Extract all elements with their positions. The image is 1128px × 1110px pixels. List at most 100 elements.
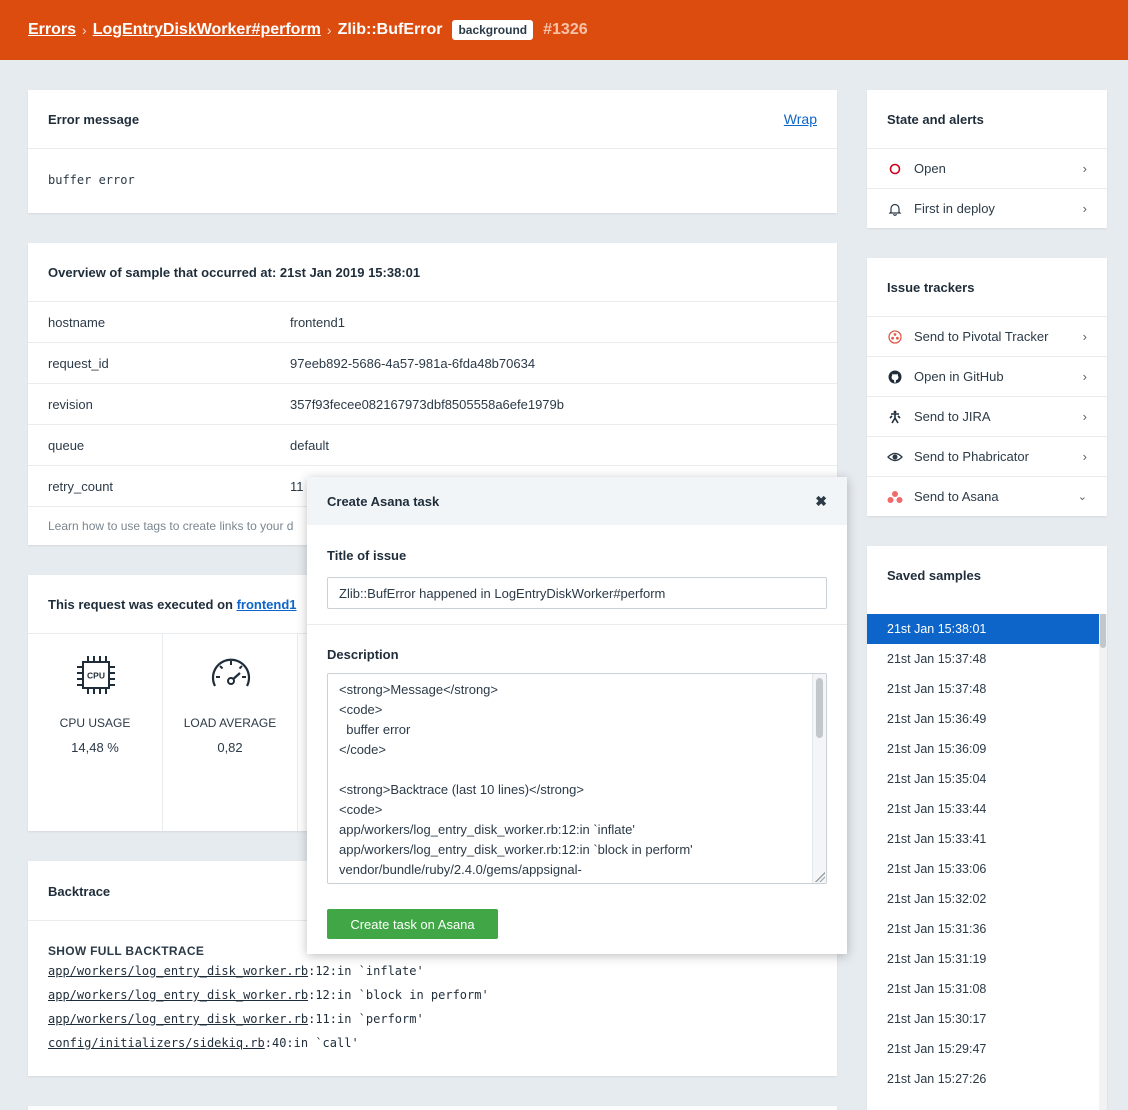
- description-textarea[interactable]: <strong>Message</strong> <code> buffer e…: [327, 673, 827, 884]
- first-in-deploy-item[interactable]: First in deploy ›: [867, 188, 1107, 228]
- samples-list: 21st Jan 15:38:01 21st Jan 15:37:48 21st…: [867, 614, 1107, 1110]
- saved-samples-card: Saved samples 21st Jan 15:38:01 21st Jan…: [867, 546, 1107, 1110]
- jira-icon: [887, 409, 903, 425]
- send-to-asana-item[interactable]: Send to Asana ⌄: [867, 476, 1107, 516]
- chevron-right-icon: ›: [1082, 329, 1087, 344]
- card-title: Overview of sample that occurred at: 21s…: [48, 265, 421, 280]
- wrap-link[interactable]: Wrap: [784, 111, 817, 127]
- sample-item[interactable]: 21st Jan 15:33:44: [867, 794, 1099, 824]
- tag-row: revision 357f93fecee082167973dbf8505558a…: [28, 383, 837, 424]
- card-title: Issue trackers: [887, 280, 975, 295]
- chevron-right-icon: ›: [1082, 201, 1087, 216]
- chevron-right-icon: ›: [1082, 369, 1087, 384]
- close-icon[interactable]: ✖: [815, 493, 827, 510]
- backtrace-location: :12:in `inflate': [308, 964, 424, 978]
- scrollbar-thumb[interactable]: [1100, 614, 1106, 648]
- open-circle-icon: [887, 161, 903, 177]
- create-asana-task-modal: Create Asana task ✖ Title of issue Descr…: [307, 477, 847, 954]
- tracker-label: Send to Pivotal Tracker: [914, 329, 1049, 344]
- description-text: <strong>Message</strong> <code> buffer e…: [339, 682, 693, 877]
- backtrace-line: app/workers/log_entry_disk_worker.rb:11:…: [48, 1012, 424, 1026]
- backtrace-file-link[interactable]: app/workers/log_entry_disk_worker.rb: [48, 1012, 308, 1026]
- tag-key: retry_count: [48, 478, 114, 494]
- top-bar: Errors › LogEntryDiskWorker#perform › Zl…: [0, 0, 1128, 60]
- metric-cpu: CPU CPU USAGE 14,48 %: [28, 634, 163, 831]
- error-message-card: Error message Wrap buffer error: [28, 90, 837, 213]
- svg-text:CPU: CPU: [87, 671, 105, 681]
- phabricator-icon: [887, 449, 903, 465]
- send-to-phabricator-item[interactable]: Send to Phabricator ›: [867, 436, 1107, 476]
- chevron-right-icon: ›: [82, 22, 87, 38]
- resize-handle[interactable]: [815, 872, 825, 882]
- tag-value: 11: [290, 478, 304, 494]
- tag-row: request_id 97eeb892-5686-4a57-981a-6fda4…: [28, 342, 837, 383]
- sample-item[interactable]: 21st Jan 15:38:01: [867, 614, 1099, 644]
- chevron-right-icon: ›: [1082, 409, 1087, 424]
- sample-item[interactable]: 21st Jan 15:33:41: [867, 824, 1099, 854]
- metric-label: CPU USAGE: [59, 716, 131, 730]
- backtrace-location: :11:in `perform': [308, 1012, 424, 1026]
- show-full-backtrace-button[interactable]: SHOW FULL BACKTRACE: [48, 944, 204, 958]
- chevron-right-icon: ›: [1082, 449, 1087, 464]
- breadcrumb-action[interactable]: LogEntryDiskWorker#perform: [93, 21, 321, 39]
- sample-item[interactable]: 21st Jan 15:37:48: [867, 644, 1099, 674]
- sample-item[interactable]: 21st Jan 15:29:47: [867, 1034, 1099, 1064]
- send-to-pivotal-item[interactable]: Send to Pivotal Tracker ›: [867, 316, 1107, 356]
- tag-value: frontend1: [290, 314, 345, 330]
- sample-item[interactable]: 21st Jan 15:31:36: [867, 914, 1099, 944]
- sample-item[interactable]: 21st Jan 15:36:49: [867, 704, 1099, 734]
- sample-item[interactable]: 21st Jan 15:35:04: [867, 764, 1099, 794]
- sample-item[interactable]: 21st Jan 15:33:06: [867, 854, 1099, 884]
- tracker-label: Open in GitHub: [914, 369, 1004, 384]
- state-open-item[interactable]: Open ›: [867, 148, 1107, 188]
- pivotal-tracker-icon: [887, 329, 903, 345]
- backtrace-file-link[interactable]: app/workers/log_entry_disk_worker.rb: [48, 964, 308, 978]
- tag-value: default: [290, 437, 330, 453]
- tag-key: request_id: [48, 355, 109, 371]
- host-link[interactable]: frontend1: [237, 597, 297, 612]
- gauge-icon: [211, 658, 251, 687]
- textarea-scrollbar[interactable]: [812, 674, 826, 883]
- create-task-button[interactable]: Create task on Asana: [327, 909, 498, 939]
- backtrace-file-link[interactable]: app/workers/log_entry_disk_worker.rb: [48, 988, 308, 1002]
- metric-label: LOAD AVERAGE: [183, 716, 277, 730]
- card-title: State and alerts: [887, 112, 984, 127]
- tracker-label: Send to Phabricator: [914, 449, 1029, 464]
- scrollbar-thumb[interactable]: [816, 678, 823, 738]
- tag-row: queue default: [28, 424, 837, 465]
- sample-item[interactable]: 21st Jan 15:37:48: [867, 674, 1099, 704]
- sample-item[interactable]: 21st Jan 15:31:19: [867, 944, 1099, 974]
- bell-icon: [887, 201, 903, 217]
- card-title: This request was executed on frontend1: [48, 597, 297, 612]
- sample-item[interactable]: 21st Jan 15:30:17: [867, 1004, 1099, 1034]
- tag-key: queue: [48, 437, 85, 453]
- tag-value: 357f93fecee082167973dbf8505558a6efe1979b: [290, 396, 564, 412]
- sample-item[interactable]: 21st Jan 15:36:09: [867, 734, 1099, 764]
- metric-value: 0,82: [217, 740, 243, 755]
- issue-title-input[interactable]: [327, 577, 827, 609]
- asana-icon: [887, 489, 903, 505]
- chevron-right-icon: ›: [326, 22, 332, 38]
- backtrace-file-link[interactable]: config/initializers/sidekiq.rb: [48, 1036, 265, 1050]
- error-message-text: buffer error: [48, 173, 135, 187]
- sample-item[interactable]: 21st Jan 15:27:26: [867, 1064, 1099, 1094]
- samples-scrollbar[interactable]: [1099, 614, 1107, 1110]
- tags-help-text: Learn how to use tags to create links to…: [48, 519, 294, 533]
- sample-item[interactable]: 21st Jan 15:31:08: [867, 974, 1099, 1004]
- send-to-jira-item[interactable]: Send to JIRA ›: [867, 396, 1107, 436]
- breadcrumb-errors[interactable]: Errors: [28, 21, 76, 39]
- metric-value: 14,48 %: [71, 740, 119, 755]
- sample-item[interactable]: 21st Jan 15:32:02: [867, 884, 1099, 914]
- card-title: Backtrace: [48, 884, 111, 899]
- issue-number: #1326: [543, 21, 588, 38]
- host-title-prefix: This request was executed on: [48, 597, 237, 612]
- breadcrumb-error-class: Zlib::BufError: [337, 21, 443, 38]
- backtrace-line: app/workers/log_entry_disk_worker.rb:12:…: [48, 988, 489, 1002]
- metric-load: LOAD AVERAGE 0,82: [163, 634, 298, 831]
- tracker-label: Send to JIRA: [914, 409, 991, 424]
- alert-label: First in deploy: [914, 201, 995, 216]
- github-icon: [887, 369, 903, 385]
- description-field-label: Description: [327, 647, 399, 662]
- title-field-label: Title of issue: [327, 548, 407, 563]
- open-in-github-item[interactable]: Open in GitHub ›: [867, 356, 1107, 396]
